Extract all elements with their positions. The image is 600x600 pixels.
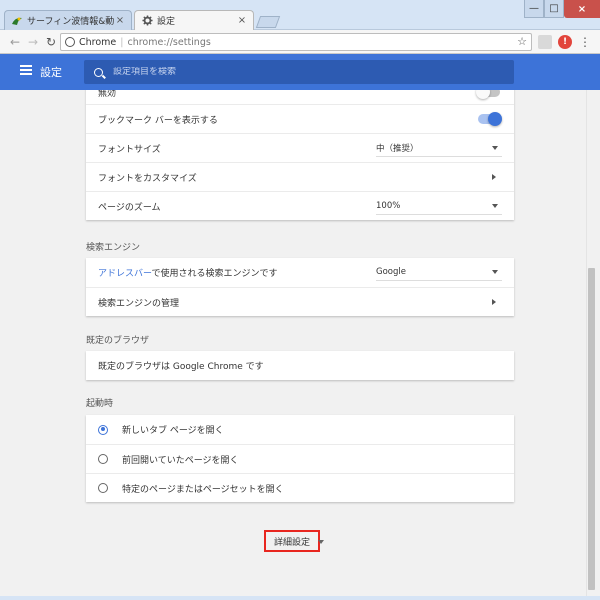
browser-toolbar: ← → ↻ Chrome | chrome://settings ☆ ! ⋮ bbox=[0, 30, 600, 54]
url-origin: Chrome bbox=[79, 36, 117, 48]
setting-row-manage-search-engines[interactable]: 検索エンジンの管理 bbox=[86, 287, 514, 316]
surf-favicon-icon bbox=[11, 15, 23, 27]
toggle-switch[interactable] bbox=[478, 112, 502, 126]
radio-label: 特定のページまたはページセットを開く bbox=[122, 484, 284, 495]
page-title: 設定 bbox=[40, 66, 62, 79]
close-icon[interactable]: × bbox=[237, 15, 247, 26]
radio-button[interactable] bbox=[98, 483, 108, 493]
startup-option-continue[interactable]: 前回開いていたページを開く bbox=[86, 444, 514, 473]
search-engine-card: アドレスバーで使用される検索エンジンです Google 検索エンジンの管理 bbox=[86, 258, 514, 316]
startup-option-new-tab[interactable]: 新しいタブ ページを開く bbox=[86, 415, 514, 444]
setting-row-bookmark-bar[interactable]: ブックマーク バーを表示する bbox=[86, 104, 514, 133]
chevron-right-icon bbox=[492, 174, 496, 180]
tab-label: 設定 bbox=[157, 17, 176, 27]
back-arrow-icon[interactable]: ← bbox=[6, 33, 24, 51]
address-bar[interactable]: Chrome | chrome://settings ☆ bbox=[60, 33, 532, 51]
radio-label: 新しいタブ ページを開く bbox=[122, 426, 224, 436]
select-value: 中（推奨） bbox=[376, 144, 419, 154]
setting-row-default-browser: 既定のブラウザは Google Chrome です bbox=[86, 351, 514, 380]
chevron-down-icon bbox=[492, 270, 498, 274]
settings-content: 無効 ブックマーク バーを表示する フォントサイズ 中（推奨） フォントをカスタ… bbox=[0, 90, 586, 596]
tab-label: サーフィン波情報&動画 bbox=[27, 17, 115, 27]
default-browser-card: 既定のブラウザは Google Chrome です bbox=[86, 351, 514, 380]
maximize-button[interactable]: □ bbox=[544, 0, 564, 18]
settings-search-box[interactable] bbox=[84, 60, 514, 84]
url-separator: | bbox=[120, 36, 124, 48]
gear-icon bbox=[141, 15, 153, 27]
radio-label: 前回開いていたページを開く bbox=[122, 455, 239, 466]
section-title-search-engine: 検索エンジン bbox=[86, 243, 141, 253]
tab-surf-info[interactable]: サーフィン波情報&動画 × bbox=[4, 10, 132, 30]
extension-badge-icon[interactable]: ! bbox=[558, 35, 572, 49]
new-tab-button[interactable] bbox=[255, 16, 281, 28]
kebab-menu-icon[interactable]: ⋮ bbox=[578, 35, 592, 49]
address-bar-link[interactable]: アドレスバー bbox=[98, 269, 151, 279]
chevron-down-icon bbox=[492, 204, 498, 208]
section-title-startup: 起動時 bbox=[86, 399, 114, 409]
startup-card: 新しいタブ ページを開く 前回開いていたページを開く 特定のページまたはページセ… bbox=[86, 415, 514, 502]
setting-label: 無効 bbox=[98, 90, 117, 99]
select-value: 100% bbox=[376, 201, 401, 211]
select-value: Google bbox=[376, 267, 406, 277]
search-engine-select[interactable]: Google bbox=[376, 264, 502, 281]
toggle-switch[interactable] bbox=[476, 90, 500, 99]
bookmark-star-icon[interactable]: ☆ bbox=[517, 35, 527, 48]
chevron-down-icon bbox=[492, 146, 498, 150]
setting-row-page-zoom: ページのズーム 100% bbox=[86, 191, 514, 220]
search-input[interactable] bbox=[113, 67, 493, 77]
window-close-button[interactable]: × bbox=[564, 0, 600, 18]
font-size-select[interactable]: 中（推奨） bbox=[376, 140, 502, 157]
minimize-button[interactable]: — bbox=[524, 0, 544, 18]
chevron-right-icon bbox=[492, 299, 496, 305]
forward-arrow-icon[interactable]: → bbox=[24, 33, 42, 51]
setting-label: 検索エンジンの管理 bbox=[98, 298, 180, 309]
chevron-down-icon[interactable] bbox=[318, 540, 324, 544]
title-bar: サーフィン波情報&動画 × 設定 × — □ × bbox=[0, 0, 600, 30]
setting-row-customize-fonts[interactable]: フォントをカスタマイズ bbox=[86, 162, 514, 191]
settings-header: 設定 bbox=[0, 54, 600, 90]
setting-label: ブックマーク バーを表示する bbox=[98, 115, 218, 126]
setting-label: フォントをカスタマイズ bbox=[98, 173, 197, 184]
advanced-settings-button[interactable]: 詳細設定 bbox=[264, 530, 321, 552]
section-title-default-browser: 既定のブラウザ bbox=[86, 336, 150, 346]
hamburger-menu-icon[interactable] bbox=[20, 65, 32, 75]
extension-icon[interactable] bbox=[538, 35, 552, 49]
setting-row-disabled[interactable]: 無効 bbox=[86, 90, 514, 104]
page-zoom-select[interactable]: 100% bbox=[376, 198, 502, 215]
radio-button[interactable] bbox=[98, 454, 108, 464]
reload-icon[interactable]: ↻ bbox=[42, 33, 60, 51]
radio-button[interactable] bbox=[98, 424, 108, 435]
scrollbar-thumb[interactable] bbox=[588, 268, 595, 590]
tab-settings[interactable]: 設定 × bbox=[134, 10, 254, 30]
setting-row-font-size: フォントサイズ 中（推奨） bbox=[86, 133, 514, 162]
setting-row-default-search: アドレスバーで使用される検索エンジンです Google bbox=[86, 258, 514, 287]
setting-label: 既定のブラウザは Google Chrome です bbox=[98, 362, 264, 372]
startup-option-specific-pages[interactable]: 特定のページまたはページセットを開く bbox=[86, 473, 514, 502]
window-border bbox=[0, 596, 600, 600]
chrome-site-icon bbox=[65, 37, 75, 47]
appearance-card: 無効 ブックマーク バーを表示する フォントサイズ 中（推奨） フォントをカスタ… bbox=[86, 90, 514, 220]
search-icon bbox=[94, 67, 103, 77]
close-icon[interactable]: × bbox=[115, 15, 125, 26]
url-text: chrome://settings bbox=[127, 36, 211, 48]
